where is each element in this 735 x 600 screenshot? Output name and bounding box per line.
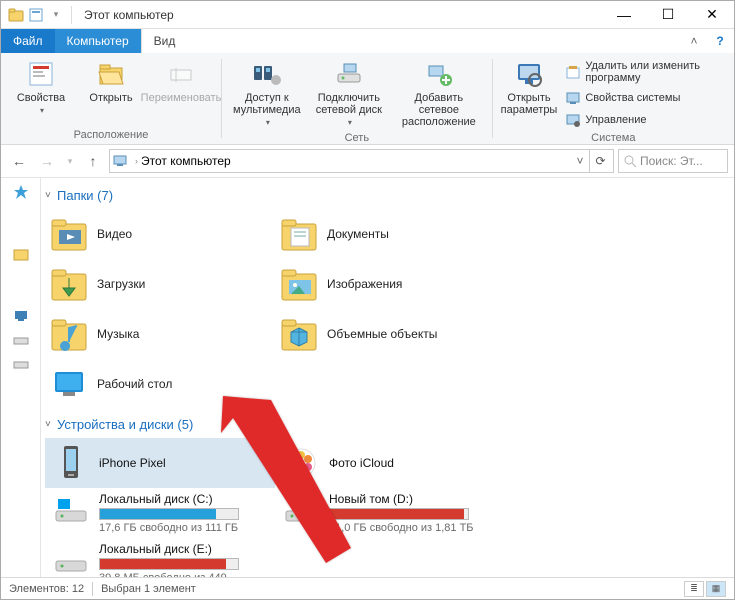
- folder-desktop[interactable]: Рабочий стол: [45, 359, 275, 409]
- tab-file[interactable]: Файл: [1, 29, 55, 53]
- address-dropdown-icon[interactable]: ˅: [571, 154, 589, 168]
- drive-icon: [52, 493, 90, 531]
- folder-documents[interactable]: Документы: [275, 209, 505, 259]
- titlebar: ▾ Этот компьютер — ☐ ✕: [1, 1, 734, 29]
- maximize-button[interactable]: ☐: [646, 1, 690, 29]
- folder-pictures[interactable]: Изображения: [275, 259, 505, 309]
- folder-music[interactable]: Музыка: [45, 309, 275, 359]
- refresh-button[interactable]: ⟳: [589, 149, 611, 173]
- back-button[interactable]: ←: [7, 149, 31, 173]
- device-icloud[interactable]: Фото iCloud: [275, 438, 505, 488]
- sidebar-drive-icon[interactable]: [13, 332, 29, 348]
- nav-sidebar[interactable]: [1, 178, 41, 577]
- view-icons-button[interactable]: ▦: [706, 581, 726, 597]
- folders-grid: Видео Документы Загрузки Изображения Муз…: [45, 209, 724, 409]
- drive-icon: [282, 493, 320, 531]
- sidebar-folder-icon[interactable]: [13, 246, 29, 262]
- quick-access-icon[interactable]: [13, 184, 29, 200]
- tab-view[interactable]: Вид: [142, 29, 188, 53]
- ribbon-tabs: Файл Компьютер Вид ˄ ?: [1, 29, 734, 53]
- forward-button: →: [35, 149, 59, 173]
- properties-button[interactable]: Свойства: [7, 56, 75, 118]
- section-devices[interactable]: ˅ Устройства и диски (5): [45, 417, 724, 432]
- map-drive-button[interactable]: Подключить сетевой диск: [308, 56, 390, 130]
- view-details-button[interactable]: ≣: [684, 581, 704, 597]
- ribbon-collapse-icon[interactable]: ˄: [682, 29, 706, 53]
- body: ˅ Папки (7) Видео Документы Загрузки: [1, 177, 734, 577]
- navigation-bar: ← → ▾ ↑ › Этот компьютер ˅ ⟳ Поиск: Эт..…: [1, 145, 734, 177]
- usage-bar: [99, 558, 239, 570]
- device-drive-d[interactable]: Новый том (D:) 41,0 ГБ свободно из 1,81 …: [275, 488, 505, 538]
- device-drive-c[interactable]: Локальный диск (C:) 17,6 ГБ свободно из …: [45, 488, 275, 538]
- folder-videos[interactable]: Видео: [45, 209, 275, 259]
- qat-dropdown-icon[interactable]: ▾: [47, 6, 65, 24]
- section-folders[interactable]: ˅ Папки (7): [45, 188, 724, 203]
- status-count: Элементов: 12: [9, 583, 84, 595]
- chevron-down-icon: ˅: [45, 419, 57, 430]
- app-icon: [7, 6, 25, 24]
- manage-button[interactable]: Управление: [561, 110, 728, 130]
- breadcrumb[interactable]: Этот компьютер: [141, 154, 231, 168]
- status-selected: Выбран 1 элемент: [101, 583, 196, 595]
- group-location-label: Расположение: [7, 127, 215, 144]
- add-network-button[interactable]: Добавить сетевое расположение: [392, 56, 486, 130]
- address-bar[interactable]: › Этот компьютер ˅ ⟳: [109, 149, 614, 173]
- open-settings-button[interactable]: Открыть параметры: [499, 56, 560, 118]
- ribbon: Свойства Открыть Переименовать Расположе…: [1, 53, 734, 145]
- chevron-down-icon: ˅: [45, 190, 57, 201]
- statusbar: Элементов: 12 Выбран 1 элемент ≣ ▦: [1, 577, 734, 599]
- content-pane[interactable]: ˅ Папки (7) Видео Документы Загрузки: [41, 178, 734, 577]
- devices-grid: iPhone Pixel Фото iCloud Локальный диск …: [45, 438, 724, 577]
- drive-icon: [52, 543, 90, 577]
- search-icon: [623, 154, 637, 168]
- recent-dropdown-icon[interactable]: ▾: [63, 149, 77, 173]
- properties-qat-icon[interactable]: [27, 6, 45, 24]
- folder-downloads[interactable]: Загрузки: [45, 259, 275, 309]
- minimize-button[interactable]: —: [602, 1, 646, 29]
- uninstall-button[interactable]: Удалить или изменить программу: [561, 58, 728, 86]
- device-drive-e[interactable]: Локальный диск (E:) 39,8 МБ свободно из …: [45, 538, 275, 577]
- tab-computer[interactable]: Компьютер: [55, 29, 141, 53]
- usage-bar: [99, 508, 239, 520]
- pc-icon: [112, 153, 128, 169]
- media-access-button[interactable]: Доступ к мультимедиа: [228, 56, 306, 130]
- usage-bar: [329, 508, 469, 520]
- open-button[interactable]: Открыть: [77, 56, 145, 106]
- chevron-right-icon: ›: [132, 156, 141, 166]
- rename-button: Переименовать: [147, 56, 215, 106]
- device-iphone[interactable]: iPhone Pixel: [45, 438, 275, 488]
- window-title: Этот компьютер: [84, 8, 174, 22]
- explorer-window: ▾ Этот компьютер — ☐ ✕ Файл Компьютер Ви…: [0, 0, 735, 600]
- folder-3d-objects[interactable]: Объемные объекты: [275, 309, 505, 359]
- phone-icon: [54, 444, 88, 482]
- system-properties-button[interactable]: Свойства системы: [561, 88, 728, 108]
- this-pc-icon[interactable]: [13, 308, 29, 324]
- close-button[interactable]: ✕: [690, 1, 734, 29]
- icloud-photos-icon: [283, 445, 319, 481]
- sidebar-drive-icon[interactable]: [13, 356, 29, 372]
- up-button[interactable]: ↑: [81, 149, 105, 173]
- search-input[interactable]: Поиск: Эт...: [618, 149, 728, 173]
- help-icon[interactable]: ?: [706, 29, 734, 53]
